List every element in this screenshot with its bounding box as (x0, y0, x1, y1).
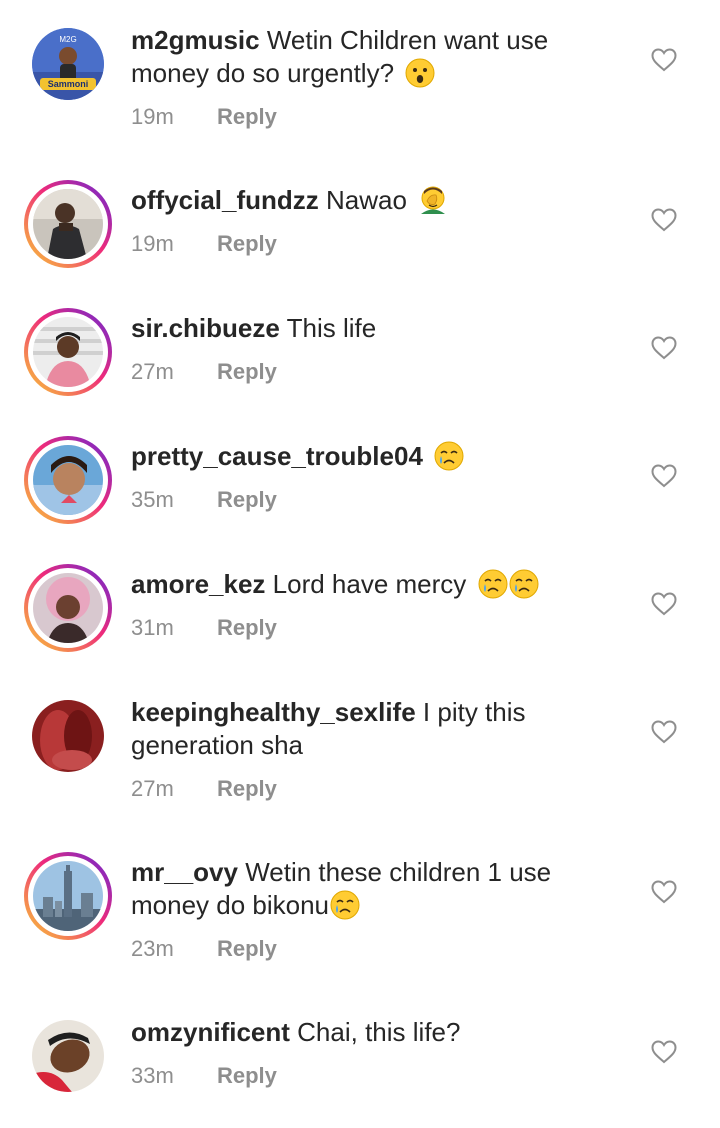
crying-face-emoji (330, 890, 360, 920)
heart-icon[interactable] (651, 592, 677, 616)
avatar-image (32, 1020, 104, 1092)
comment-meta: 19m Reply (131, 104, 277, 130)
astonished-face-emoji (405, 58, 435, 88)
avatar-image (32, 700, 104, 772)
reply-button[interactable]: Reply (217, 487, 277, 512)
reply-button[interactable]: Reply (217, 776, 277, 801)
comment-meta: 23m Reply (131, 936, 277, 962)
crying-face-emoji (509, 569, 539, 599)
avatar-image (33, 573, 103, 643)
comment-text: m2gmusic Wetin Children want use money d… (131, 24, 631, 90)
comment-body: Lord have mercy (272, 569, 467, 599)
heart-icon[interactable] (651, 880, 677, 904)
reply-button[interactable]: Reply (217, 615, 277, 640)
timestamp: 27m (131, 776, 174, 801)
avatar[interactable] (24, 692, 112, 780)
heart-icon[interactable] (651, 1040, 677, 1064)
comment-meta: 31m Reply (131, 615, 277, 641)
username[interactable]: keepinghealthy_sexlife (131, 697, 416, 727)
heart-icon[interactable] (651, 720, 677, 744)
comment-body: This life (286, 313, 377, 343)
reply-button[interactable]: Reply (217, 936, 277, 961)
comment-meta: 35m Reply (131, 487, 277, 513)
svg-text:Sammoni: Sammoni (48, 79, 89, 89)
comment-item: offycial_fundzz Nawao 19m Reply (0, 160, 720, 288)
comment-item: pretty_cause_trouble04 35m Reply (0, 416, 720, 544)
comment-text: offycial_fundzz Nawao (131, 184, 631, 217)
comment-item: sir.chibueze This life 27m Reply (0, 288, 720, 416)
avatar-image (33, 861, 103, 931)
avatar[interactable] (24, 180, 112, 268)
username[interactable]: m2gmusic (131, 25, 260, 55)
avatar[interactable] (24, 564, 112, 652)
timestamp: 33m (131, 1063, 174, 1088)
comment-item: amore_kez Lord have mercy 31m Reply (0, 544, 720, 672)
reply-button[interactable]: Reply (217, 1063, 277, 1088)
username[interactable]: mr__ovy (131, 857, 238, 887)
username[interactable]: omzynificent (131, 1017, 290, 1047)
comment-text: omzynificent Chai, this life? (131, 1016, 631, 1049)
heart-icon[interactable] (651, 464, 677, 488)
comment-meta: 27m Reply (131, 776, 277, 802)
comment-meta: 27m Reply (131, 359, 277, 385)
heart-icon[interactable] (651, 336, 677, 360)
reply-button[interactable]: Reply (217, 231, 277, 256)
avatar[interactable] (24, 1012, 112, 1100)
timestamp: 35m (131, 487, 174, 512)
comment-text: sir.chibueze This life (131, 312, 631, 345)
comment-text: keepinghealthy_sexlife I pity this gener… (131, 696, 631, 762)
username[interactable]: sir.chibueze (131, 313, 280, 343)
heart-icon[interactable] (651, 208, 677, 232)
timestamp: 19m (131, 231, 174, 256)
reply-button[interactable]: Reply (217, 104, 277, 129)
reply-button[interactable]: Reply (217, 359, 277, 384)
avatar[interactable] (24, 308, 112, 396)
comment-item: keepinghealthy_sexlife I pity this gener… (0, 672, 720, 832)
comment-item: mr__ovy Wetin these children 1 use money… (0, 832, 720, 992)
timestamp: 23m (131, 936, 174, 961)
avatar-image: M2G Sammoni (32, 28, 104, 100)
avatar[interactable] (24, 436, 112, 524)
avatar-image (33, 189, 103, 259)
avatar[interactable] (24, 852, 112, 940)
comment-text: amore_kez Lord have mercy (131, 568, 631, 601)
avatar-image (33, 445, 103, 515)
timestamp: 31m (131, 615, 174, 640)
timestamp: 27m (131, 359, 174, 384)
username[interactable]: offycial_fundzz (131, 185, 319, 215)
avatar[interactable]: M2G Sammoni (24, 20, 112, 108)
username[interactable]: amore_kez (131, 569, 265, 599)
comment-item: omzynificent Chai, this life? 33m Reply (0, 992, 720, 1128)
avatar-image (33, 317, 103, 387)
comment-meta: 19m Reply (131, 231, 277, 257)
crying-face-emoji (478, 569, 508, 599)
man-facepalming-emoji (421, 186, 446, 214)
heart-icon[interactable] (651, 48, 677, 72)
username[interactable]: pretty_cause_trouble04 (131, 441, 423, 471)
comment-body: Nawao (326, 185, 407, 215)
comment-text: mr__ovy Wetin these children 1 use money… (131, 856, 631, 922)
avatar-logo-text: M2G (59, 35, 76, 44)
timestamp: 19m (131, 104, 174, 129)
comment-meta: 33m Reply (131, 1063, 277, 1089)
comment-text: pretty_cause_trouble04 (131, 440, 631, 473)
comment-item: M2G Sammoni m2gmusic Wetin Children want… (0, 0, 720, 160)
comment-body: Chai, this life? (297, 1017, 461, 1047)
crying-face-emoji (434, 441, 464, 471)
